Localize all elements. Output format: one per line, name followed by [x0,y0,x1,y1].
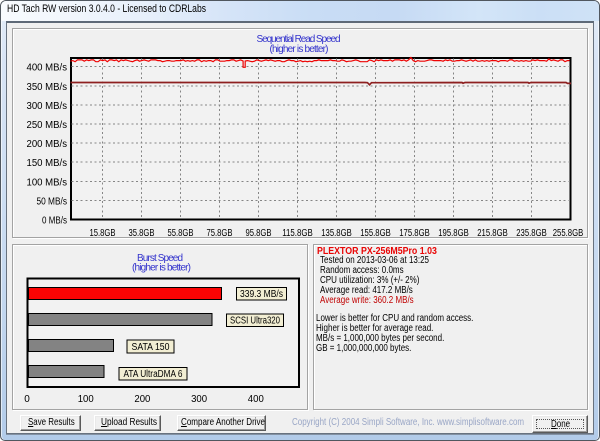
svg-text:300: 300 [191,394,207,405]
svg-text:255.8GB: 255.8GB [553,228,584,239]
svg-text:400: 400 [248,394,264,405]
svg-text:200 MB/s: 200 MB/s [27,139,68,150]
svg-text:175.8GB: 175.8GB [399,228,430,239]
svg-text:200: 200 [134,394,150,405]
svg-text:215.8GB: 215.8GB [477,228,508,239]
svg-text:35.8GB: 35.8GB [129,228,155,239]
svg-text:15.8GB: 15.8GB [90,228,116,239]
svg-text:250 MB/s: 250 MB/s [27,120,68,131]
svg-text:339.3 MB/s: 339.3 MB/s [240,289,283,300]
svg-text:(higher is better): (higher is better) [270,44,329,55]
svg-text:235.8GB: 235.8GB [516,228,547,239]
svg-text:300 MB/s: 300 MB/s [27,101,68,112]
svg-text:155.8GB: 155.8GB [360,228,391,239]
svg-text:(higher is better): (higher is better) [132,263,191,274]
svg-text:95.8GB: 95.8GB [246,228,272,239]
svg-text:100: 100 [78,394,94,405]
svg-text:50 MB/s: 50 MB/s [37,197,68,208]
svg-text:100 MB/s: 100 MB/s [27,177,68,188]
svg-text:135.8GB: 135.8GB [321,228,352,239]
svg-text:400 MB/s: 400 MB/s [27,63,68,74]
svg-text:SCSI Ultra320: SCSI Ultra320 [230,316,280,327]
svg-text:75.8GB: 75.8GB [207,228,233,239]
svg-text:195.8GB: 195.8GB [438,228,469,239]
svg-text:115.8GB: 115.8GB [282,228,313,239]
svg-text:SATA 150: SATA 150 [132,342,170,353]
svg-text:150 MB/s: 150 MB/s [27,158,68,169]
svg-text:0: 0 [24,394,30,405]
svg-text:350 MB/s: 350 MB/s [27,82,68,93]
svg-text:55.8GB: 55.8GB [168,228,194,239]
svg-text:0 MB/s: 0 MB/s [42,216,67,227]
svg-text:ATA UltraDMA 6: ATA UltraDMA 6 [124,369,183,380]
